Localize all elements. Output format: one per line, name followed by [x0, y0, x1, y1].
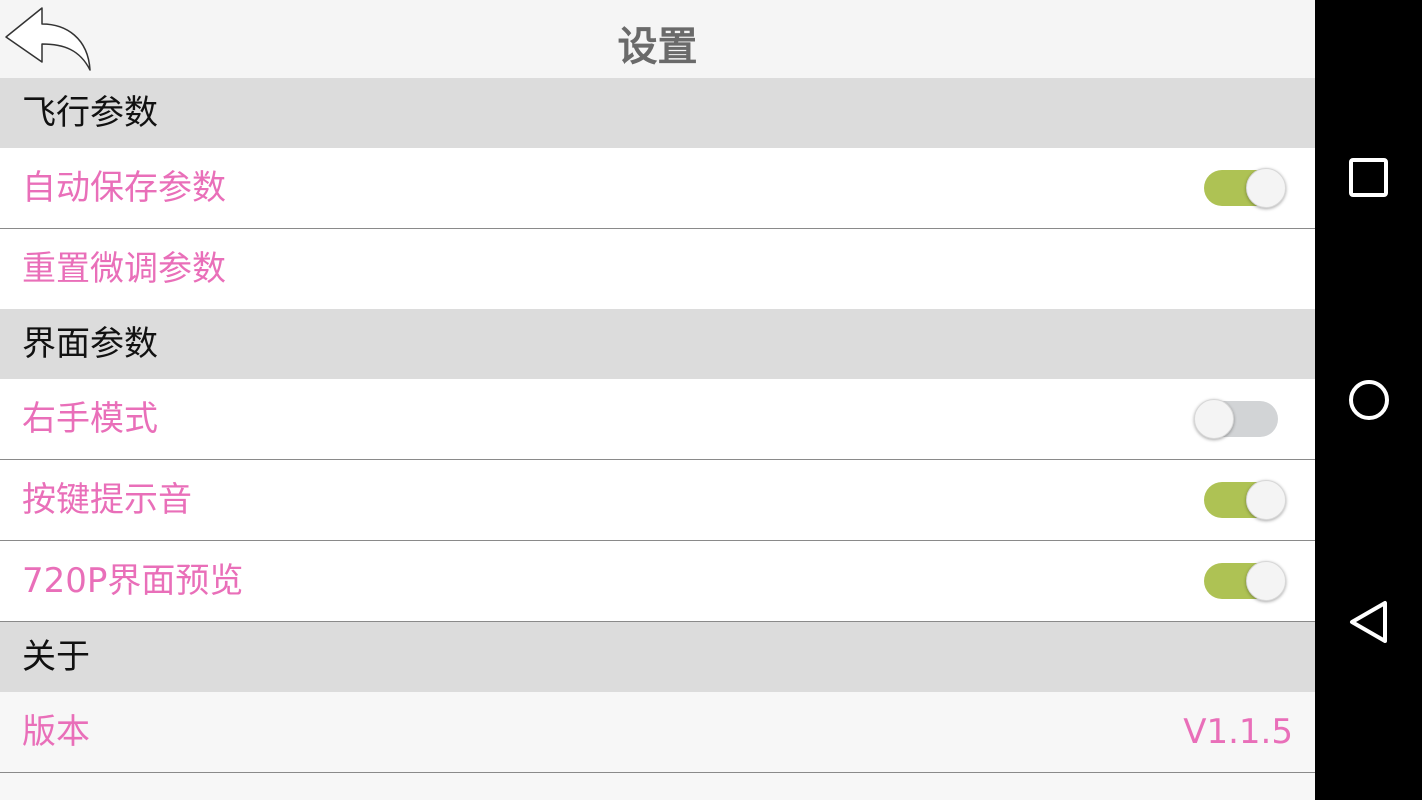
nav-back-button[interactable] [1342, 595, 1396, 649]
system-navigation-bar [1315, 0, 1422, 800]
setting-label: 版本 [22, 712, 90, 752]
page-title: 设置 [617, 24, 698, 70]
setting-row-720p-preview[interactable]: 720P界面预览 [0, 541, 1315, 622]
setting-row-version: 版本 V1.1.5 [0, 692, 1315, 773]
setting-row-key-sound[interactable]: 按键提示音 [0, 460, 1315, 541]
auto-save-toggle[interactable] [1200, 166, 1288, 210]
section-header-interface: 界面参数 [0, 309, 1315, 379]
setting-row-right-hand[interactable]: 右手模式 [0, 379, 1315, 460]
triangle-back-icon [1350, 601, 1387, 643]
settings-screen: 设置 飞行参数 自动保存参数 重置微调参数 界面参数 右手模式 按键提示音 72… [0, 0, 1315, 800]
section-header-about: 关于 [0, 622, 1315, 692]
header-bar: 设置 [0, 0, 1315, 78]
key-sound-toggle[interactable] [1200, 478, 1288, 522]
preview-720p-toggle[interactable] [1200, 559, 1288, 603]
setting-label: 右手模式 [22, 399, 158, 439]
toggle-knob [1246, 480, 1286, 520]
section-header-flight: 飞行参数 [0, 78, 1315, 148]
setting-label: 按键提示音 [22, 480, 192, 520]
toggle-knob [1194, 399, 1234, 439]
setting-row-reset-trim[interactable]: 重置微调参数 [0, 229, 1315, 310]
right-hand-toggle[interactable] [1194, 397, 1282, 441]
setting-row-auto-save[interactable]: 自动保存参数 [0, 148, 1315, 229]
setting-label: 自动保存参数 [22, 168, 226, 208]
setting-label: 720P界面预览 [22, 561, 244, 601]
recents-button[interactable] [1342, 151, 1396, 205]
home-button[interactable] [1342, 373, 1396, 427]
version-value: V1.1.5 [1183, 712, 1293, 752]
toggle-knob [1246, 561, 1286, 601]
square-recents-icon [1349, 158, 1388, 197]
circle-home-icon [1349, 380, 1389, 420]
toggle-knob [1246, 168, 1286, 208]
setting-label: 重置微调参数 [22, 249, 226, 289]
